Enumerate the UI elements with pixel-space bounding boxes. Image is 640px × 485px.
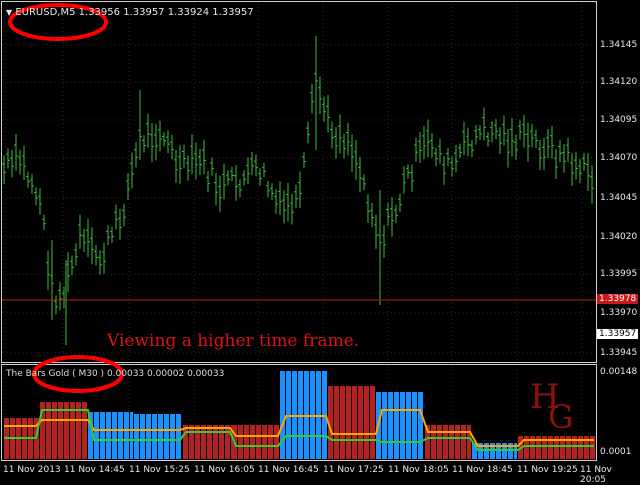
indicator-blue-bar — [158, 414, 163, 459]
indicator-tick: 0.0001 — [600, 447, 632, 457]
indicator-red-bar — [268, 425, 273, 459]
chart-window: H G ▼ EURUSD,M5 1.33956 1.33957 1.33924 … — [0, 0, 640, 485]
indicator-blue-bar — [112, 412, 117, 459]
indicator-blue-bar — [382, 392, 387, 459]
indicator-red-bar — [443, 425, 448, 459]
indicator-red-bar — [201, 425, 206, 459]
time-tick: 11 Nov 18:05 — [388, 465, 449, 475]
price-tick: 1.34095 — [600, 115, 638, 125]
indicator-blue-bar — [412, 392, 417, 459]
indicator-red-bar — [195, 425, 200, 459]
time-tick: 11 Nov 16:45 — [258, 465, 319, 475]
ohlc-values: 1.33956 1.33957 1.33924 1.33957 — [78, 7, 254, 18]
indicator-blue-bar — [400, 392, 405, 459]
indicator-red-bar — [250, 425, 255, 459]
indicator-red-bar — [207, 425, 212, 459]
indicator-blue-bar — [394, 392, 399, 459]
indicator-red-bar — [352, 386, 357, 459]
indicator-blue-bar — [146, 414, 151, 459]
time-tick: 11 Nov 17:25 — [323, 465, 384, 475]
price-tick: 1.33970 — [600, 308, 638, 318]
indicator-red-bar — [262, 425, 267, 459]
indicator-red-bar — [238, 425, 243, 459]
indicator-name: The Bars Gold ( M30 ) — [6, 369, 105, 379]
price-tick: 1.33995 — [600, 269, 638, 279]
indicator-red-bar — [244, 425, 249, 459]
indicator-blue-bar — [134, 414, 139, 459]
indicator-blue-bar — [118, 412, 123, 459]
indicator-blue-bar — [164, 414, 169, 459]
price-tick: 1.34020 — [600, 232, 638, 242]
price-tick: 1.34145 — [600, 40, 638, 50]
indicator-blue-bar — [418, 392, 423, 459]
main-header: ▼ EURUSD,M5 1.33956 1.33957 1.33924 1.33… — [6, 7, 254, 18]
indicator-blue-bar — [388, 392, 393, 459]
time-tick: 11 Nov 19:25 — [517, 465, 578, 475]
indicator-blue-bar — [170, 414, 175, 459]
indicator-header: The Bars Gold ( M30 ) 0.00033 0.00002 0.… — [6, 369, 224, 379]
symbol-period: EURUSD,M5 — [15, 7, 76, 18]
indicator-red-bar — [346, 386, 351, 459]
time-tick: 11 Nov 16:05 — [194, 465, 255, 475]
indicator-red-bar — [256, 425, 261, 459]
price-tick: 1.34070 — [600, 153, 638, 163]
indicator-red-bar — [437, 425, 442, 459]
annotation-text: Viewing a higher time frame. — [107, 331, 360, 351]
indicator-blue-bar — [280, 371, 285, 459]
indicator-red-bar — [370, 386, 375, 459]
price-bars[interactable] — [2, 36, 594, 345]
time-tick: 11 Nov 20:05 — [580, 465, 612, 485]
indicator-blue-bar — [124, 412, 129, 459]
indicator-red-bar — [431, 425, 436, 459]
indicator-red-bar — [213, 425, 218, 459]
indicator-red-bar — [364, 386, 369, 459]
indicator-red-bar — [461, 425, 466, 459]
indicator-red-bar — [219, 425, 224, 459]
indicator-red-bar — [183, 425, 188, 459]
indicator-tick: 0.00148 — [600, 367, 638, 377]
indicator-blue-bar — [100, 412, 105, 459]
time-tick: 11 Nov 18:45 — [452, 465, 513, 475]
price-tick: 1.33945 — [600, 348, 638, 358]
indicator-red-bar — [449, 425, 454, 459]
chart-canvas: H G — [1, 1, 597, 461]
indicator-blue-bar — [94, 412, 99, 459]
indicator-blue-bar — [176, 414, 181, 459]
price-tick: 1.34120 — [600, 77, 638, 87]
indicator-blue-bar — [130, 412, 133, 459]
brand-logo-g: G — [548, 398, 574, 436]
time-tick: 11 Nov 14:45 — [64, 465, 125, 475]
indicator-red-bar — [225, 425, 230, 459]
time-tick: 11 Nov 15:25 — [129, 465, 190, 475]
indicator-blue-bar — [406, 392, 411, 459]
indicator-blue-bar — [140, 414, 145, 459]
indicator-red-bar — [340, 386, 345, 459]
indicator-red-bar — [274, 425, 279, 459]
indicator-red-bar — [455, 425, 460, 459]
indicator-blue-bar — [106, 412, 111, 459]
indicator-red-bar — [467, 425, 471, 459]
indicator-blue-bar — [152, 414, 157, 459]
indicator-red-bar — [358, 386, 363, 459]
time-tick: 11 Nov 2013 — [3, 465, 61, 475]
price-tick: 1.34045 — [600, 193, 638, 203]
indicator-red-bar — [334, 386, 339, 459]
current-price-label: 1.33978 — [597, 294, 639, 304]
indicator-values: 0.00033 0.00002 0.00033 — [106, 369, 225, 379]
indicator-red-bar — [189, 425, 194, 459]
menu-glyph-icon[interactable]: ▼ — [6, 8, 12, 17]
last-price-label: 1.33957 — [597, 329, 639, 339]
